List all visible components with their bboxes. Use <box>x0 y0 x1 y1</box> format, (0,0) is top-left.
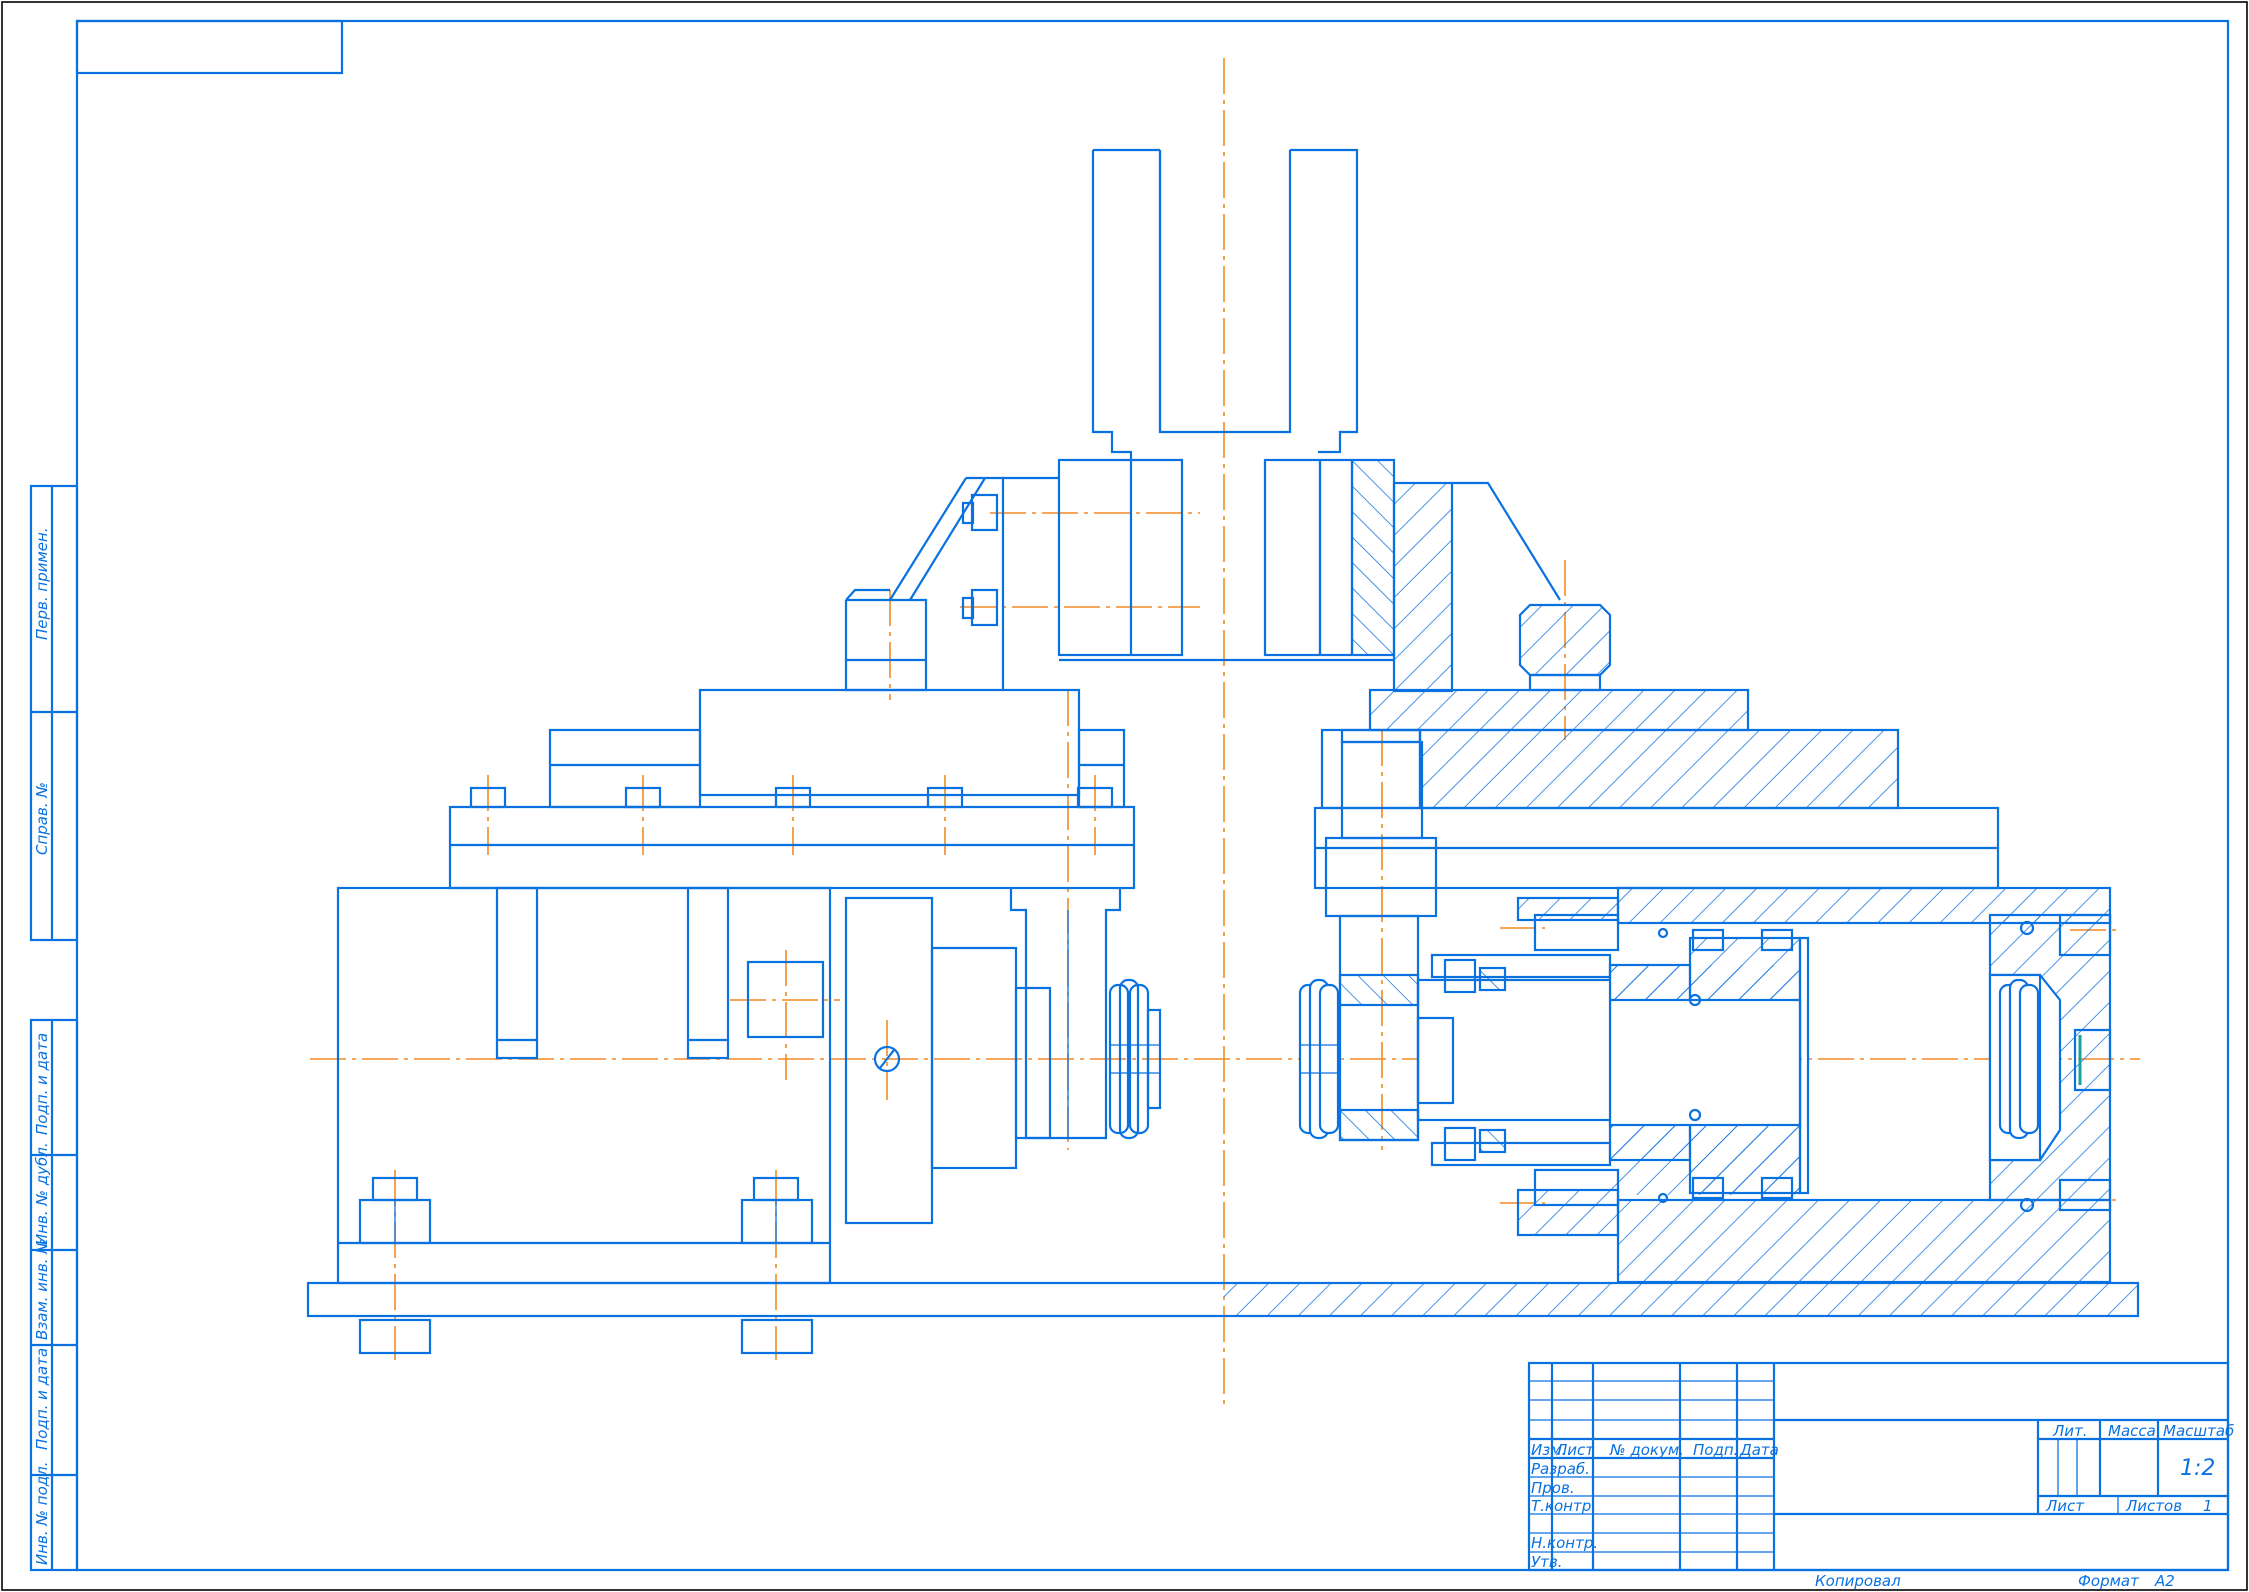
drawing-frame <box>75 19 2230 1572</box>
top-left-designation-box <box>75 19 344 75</box>
stamp-label-vzam-inv: Взам. инв. № <box>33 1238 51 1340</box>
stamp-label-podp-data-1: Подп. и дата <box>33 1033 51 1135</box>
stamp-label-inv-podl: Инв. № подл. <box>33 1462 51 1565</box>
footer-format-value: А2 <box>2154 1572 2175 1590</box>
stamp-label-podp-data-2: Подп. и дата <box>33 1348 51 1450</box>
tb-header-doc: № докум. <box>1609 1441 1684 1459</box>
tb-role-nkontr: Н.контр. <box>1531 1534 1598 1552</box>
tb-header-data: Дата <box>1739 1441 1779 1459</box>
stamp-label-sprav: Справ. № <box>33 782 51 855</box>
tb-listov-label: Листов <box>2125 1497 2182 1515</box>
tb-header-list: Лист <box>1555 1441 1595 1459</box>
tb-role-razrab: Разраб. <box>1531 1460 1590 1478</box>
right-cylinder <box>1298 886 2112 1284</box>
right-carriage <box>1313 688 2000 918</box>
stamp-label-perv-primen: Перв. примен. <box>33 527 51 640</box>
fork-jaw <box>1091 148 1359 655</box>
tb-role-prov: Пров. <box>1531 1479 1575 1497</box>
side-stamp: Перв. примен. Справ. № Подп. и дата Инв.… <box>29 484 79 1572</box>
tb-header-podp: Подп. <box>1693 1441 1738 1459</box>
tb-massa-label: Масса <box>2108 1422 2156 1440</box>
upper-bracket <box>844 458 1612 693</box>
footer-format-label: Формат <box>2078 1572 2140 1590</box>
tb-sheet-count: 1 <box>2203 1497 2213 1515</box>
tb-role-tkontr: Т.контр. <box>1531 1497 1596 1515</box>
tb-scale-value: 1:2 <box>2180 1456 2215 1481</box>
stamp-label-inv-dubl: Инв. № дубл. <box>33 1142 51 1245</box>
tb-masshtab-label: Масштаб <box>2163 1422 2234 1440</box>
tb-lit-label: Лит. <box>2052 1422 2088 1440</box>
footer-copied-by: Копировал <box>1815 1572 1901 1590</box>
base-plate <box>306 1281 2140 1318</box>
tb-list-label: Лист <box>2045 1497 2085 1515</box>
left-slide-plate <box>448 688 1136 890</box>
left-drive <box>844 888 1162 1225</box>
assembly-drawing-sheet: Перв. примен. Справ. № Подп. и дата Инв.… <box>1 1 2248 1591</box>
title-block: Изм. Лист № докум. Подп. Дата Разраб. Пр… <box>1527 1361 2234 1572</box>
tb-role-utv: Утв. <box>1531 1553 1563 1571</box>
